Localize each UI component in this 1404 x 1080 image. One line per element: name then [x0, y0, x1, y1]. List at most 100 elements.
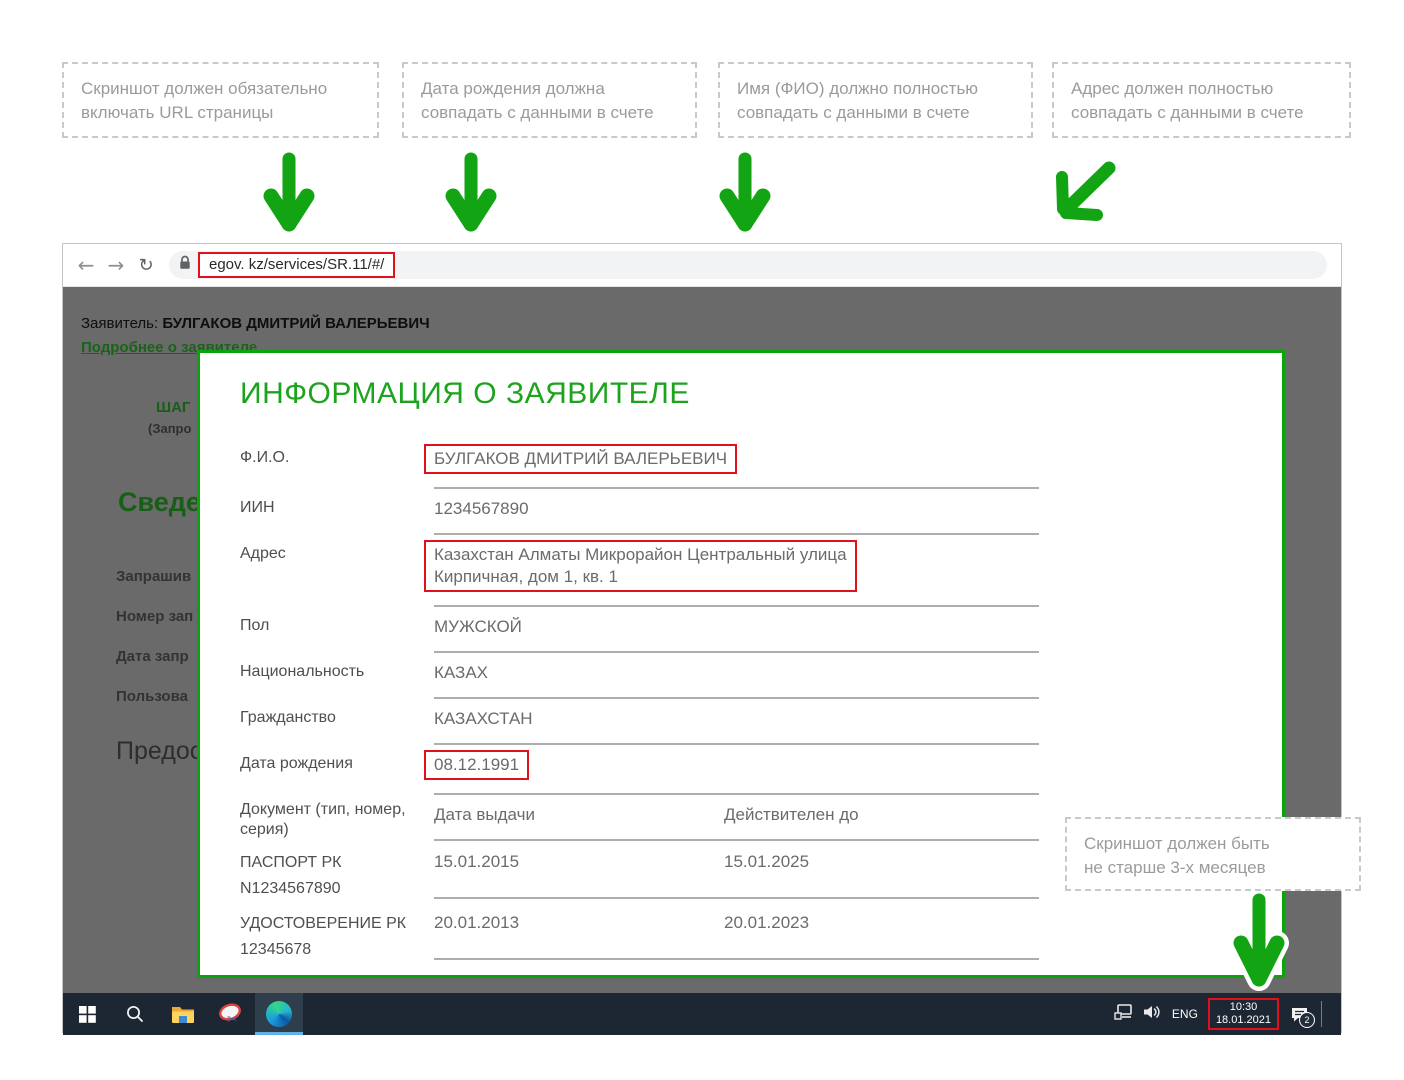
language-indicator[interactable]: ENG — [1170, 1007, 1200, 1021]
snipping-tool-button[interactable]: ✂ — [207, 993, 255, 1035]
callout-line: включать URL страницы — [81, 101, 360, 125]
column-issue-date: Дата выдачи — [434, 804, 724, 826]
diagonal-arrow-icon — [1050, 158, 1118, 229]
bg-fragment-footer: Предос — [116, 737, 202, 766]
notification-badge: 2 — [1299, 1012, 1315, 1028]
callout-line: Скриншот должен быть — [1084, 832, 1342, 856]
edge-icon — [266, 1001, 292, 1027]
folder-icon — [171, 1004, 195, 1024]
field-value: МУЖСКОЙ — [434, 607, 1039, 653]
bg-fragment-row: Дата запр — [116, 648, 189, 665]
search-button[interactable] — [111, 993, 159, 1035]
edge-browser-button[interactable] — [255, 993, 303, 1035]
field-value: КАЗАХСТАН — [434, 699, 1039, 745]
address-line: Кирпичная, дом 1, кв. 1 — [434, 566, 847, 588]
system-tray: ENG 10:30 18.01.2021 2 — [1114, 993, 1335, 1035]
iin-value: 1234567890 — [434, 499, 529, 518]
field-row-fio: Ф.И.О. БУЛГАКОВ ДМИТРИЙ ВАЛЕРЬЕВИЧ — [240, 439, 1039, 489]
annotated-instruction-image: Скриншот должен обязательно включать URL… — [0, 0, 1404, 1080]
field-label: Гражданство — [240, 699, 434, 728]
issue-date: 20.01.2013 — [434, 912, 724, 934]
field-label: Пол — [240, 607, 434, 636]
field-value: Казахстан Алматы Микрорайон Центральный … — [434, 535, 1039, 607]
document-row-passport: ПАСПОРТ РК N1234567890 15.01.2015 15.01.… — [240, 841, 1039, 902]
gender-value: МУЖСКОЙ — [434, 617, 522, 636]
callout-name-requirement: Имя (ФИО) должно полностью совпадать с д… — [718, 62, 1033, 138]
field-label: Адрес — [240, 535, 434, 564]
field-label: Национальность — [240, 653, 434, 682]
callout-line: Дата рождения должна — [421, 77, 678, 101]
down-arrow-icon — [444, 152, 498, 241]
lock-icon — [179, 255, 191, 275]
document-number: N1234567890 — [240, 876, 422, 902]
column-valid-until: Действителен до — [724, 804, 1039, 826]
birthdate-value: 08.12.1991 — [434, 755, 519, 774]
address-bar[interactable]: egov. kz/services/SR.11/#/ — [169, 251, 1327, 279]
field-row-nationality: Национальность КАЗАХ — [240, 653, 1039, 699]
snipping-tool-icon: ✂ — [218, 1002, 244, 1026]
scissors-glyph: ✂ — [227, 1012, 237, 1026]
browser-window: ← → ↻ egov. kz/services/SR.11/#/ Заявите… — [62, 243, 1342, 1033]
callout-birthdate-requirement: Дата рождения должна совпадать с данными… — [402, 62, 697, 138]
field-row-iin: ИИН 1234567890 — [240, 489, 1039, 535]
callout-line: Скриншот должен обязательно — [81, 77, 360, 101]
callout-line: Адрес должен полностью — [1071, 77, 1332, 101]
bg-fragment-row: Пользова — [116, 688, 188, 705]
document-row-id-card: УДОСТОВЕРЕНИЕ РК 12345678 20.01.2013 20.… — [240, 902, 1039, 963]
file-explorer-button[interactable] — [159, 993, 207, 1035]
bg-fragment-step: ШАГ — [156, 399, 190, 416]
action-center-button[interactable]: 2 — [1287, 1002, 1311, 1026]
field-row-citizenship: Гражданство КАЗАХСТАН — [240, 699, 1039, 745]
callout-line: совпадать с данными в счете — [737, 101, 1014, 125]
field-label: Ф.И.О. — [240, 439, 434, 468]
field-value: 1234567890 — [434, 489, 1039, 535]
callout-line: Имя (ФИО) должно полностью — [737, 77, 1014, 101]
bg-fragment-row: Запрашив — [116, 568, 191, 585]
show-desktop-button[interactable] — [1330, 993, 1335, 1035]
clock-date: 18.01.2021 — [1216, 1014, 1271, 1027]
windows-taskbar: ✂ — [63, 993, 1341, 1035]
document-number: 12345678 — [240, 937, 422, 963]
search-icon — [125, 1004, 145, 1024]
applicant-line: Заявитель: БУЛГАКОВ ДМИТРИЙ ВАЛЕРЬЕВИЧ — [81, 315, 430, 332]
down-arrow-to-clock-icon — [1228, 891, 1290, 1000]
field-label: Документ (тип, номер, серия) — [240, 795, 434, 840]
field-row-address: Адрес Казахстан Алматы Микрорайон Центра… — [240, 535, 1039, 607]
start-button[interactable] — [63, 993, 111, 1035]
down-arrow-icon — [718, 152, 772, 241]
windows-logo-icon — [79, 1006, 96, 1023]
bg-fragment-section-heading: Сведе — [118, 487, 201, 518]
callout-address-requirement: Адрес должен полностью совпадать с данны… — [1052, 62, 1351, 138]
highlight-box-birthdate: 08.12.1991 — [424, 750, 529, 780]
citizenship-value: КАЗАХСТАН — [434, 709, 533, 728]
back-icon[interactable]: ← — [71, 253, 101, 277]
valid-until-date: 20.01.2023 — [724, 912, 1039, 934]
taskbar-clock[interactable]: 10:30 18.01.2021 — [1208, 998, 1279, 1030]
nationality-value: КАЗАХ — [434, 663, 488, 682]
forward-icon[interactable]: → — [101, 253, 131, 277]
clock-time: 10:30 — [1216, 1001, 1271, 1014]
fio-value: БУЛГАКОВ ДМИТРИЙ ВАЛЕРЬЕВИЧ — [434, 449, 727, 468]
reload-icon[interactable]: ↻ — [131, 255, 161, 276]
field-row-birthdate: Дата рождения 08.12.1991 — [240, 745, 1039, 795]
tray-separator — [1321, 1001, 1322, 1027]
document-name: ПАСПОРТ РК N1234567890 — [240, 841, 434, 902]
field-value: БУЛГАКОВ ДМИТРИЙ ВАЛЕРЬЕВИЧ — [434, 439, 1039, 489]
network-icon[interactable] — [1114, 1003, 1134, 1026]
callout-age-requirement: Скриншот должен быть не старше 3-х месяц… — [1065, 817, 1361, 891]
modal-title: ИНФОРМАЦИЯ О ЗАЯВИТЕЛЕ — [240, 377, 1282, 411]
bg-fragment-row: Номер зап — [116, 608, 193, 625]
highlight-box-fio: БУЛГАКОВ ДМИТРИЙ ВАЛЕРЬЕВИЧ — [424, 444, 737, 474]
callout-line: не старше 3-х месяцев — [1084, 856, 1342, 880]
issue-date: 15.01.2015 — [434, 851, 724, 873]
document-type: УДОСТОВЕРЕНИЕ РК — [240, 911, 422, 937]
field-label: Дата рождения — [240, 745, 434, 774]
callout-url-requirement: Скриншот должен обязательно включать URL… — [62, 62, 379, 138]
valid-until-date: 15.01.2025 — [724, 851, 1039, 873]
callout-line: совпадать с данными в счете — [421, 101, 678, 125]
url-text-highlight[interactable]: egov. kz/services/SR.11/#/ — [198, 252, 395, 278]
down-arrow-icon — [262, 152, 316, 241]
document-header-row: Документ (тип, номер, серия) Дата выдачи… — [240, 795, 1039, 841]
applicant-name: БУЛГАКОВ ДМИТРИЙ ВАЛЕРЬЕВИЧ — [162, 315, 429, 332]
volume-icon[interactable] — [1142, 1003, 1162, 1026]
